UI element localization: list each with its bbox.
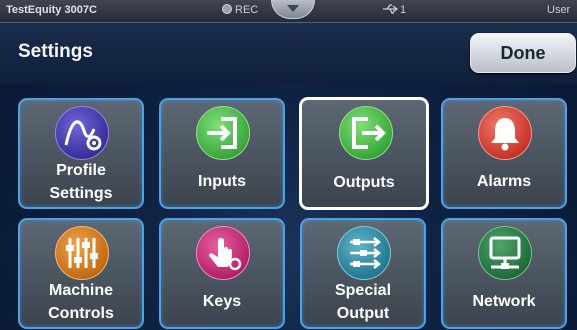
tile-label: Profile Settings: [49, 162, 113, 202]
usb-indicator: 1: [382, 4, 406, 16]
tile-inputs[interactable]: Inputs: [159, 98, 285, 209]
usb-icon: [383, 4, 399, 14]
profile-settings-icon: [55, 106, 109, 160]
keys-icon: [196, 226, 250, 280]
tile-label: Special Output: [334, 282, 392, 322]
tile-label: Network: [472, 293, 536, 310]
rec-label: REC: [235, 4, 259, 16]
tile-special-output[interactable]: Special Output: [300, 218, 426, 329]
tile-label: Outputs: [333, 174, 395, 191]
record-icon: [222, 4, 232, 14]
usb-count: 1: [400, 4, 407, 16]
tile-machine-controls[interactable]: Machine Controls: [18, 218, 144, 329]
tile-outputs[interactable]: Outputs: [299, 97, 429, 210]
settings-grid: Profile Settings Inputs Outputs Alarms Ma: [0, 86, 577, 330]
tile-label: Keys: [202, 293, 242, 310]
done-button[interactable]: Done: [470, 33, 576, 73]
outputs-icon: [339, 106, 393, 160]
tile-label: Alarms: [476, 173, 532, 190]
tile-alarms[interactable]: Alarms: [441, 98, 567, 209]
tile-label: Inputs: [198, 173, 246, 190]
header: Settings Done: [0, 23, 577, 85]
screen: TestEquity 3007C REC 1 User Settings Don…: [0, 0, 577, 330]
network-icon: [478, 226, 532, 280]
alarm-bell-icon: [478, 106, 532, 160]
machine-controls-icon: [55, 226, 109, 280]
pull-down-tab[interactable]: [271, 0, 315, 19]
tile-profile-settings[interactable]: Profile Settings: [18, 98, 144, 209]
chevron-down-icon: [287, 5, 299, 12]
tile-keys[interactable]: Keys: [159, 218, 285, 329]
tile-label: Machine Controls: [48, 282, 114, 322]
device-name: TestEquity 3007C: [6, 4, 97, 16]
page-title: Settings: [18, 41, 93, 62]
record-indicator[interactable]: REC: [222, 4, 258, 16]
user-label[interactable]: User: [547, 4, 570, 16]
inputs-icon: [196, 106, 250, 160]
tile-network[interactable]: Network: [441, 218, 567, 329]
special-output-icon: [337, 226, 391, 280]
status-bar: TestEquity 3007C REC 1 User: [0, 0, 577, 23]
